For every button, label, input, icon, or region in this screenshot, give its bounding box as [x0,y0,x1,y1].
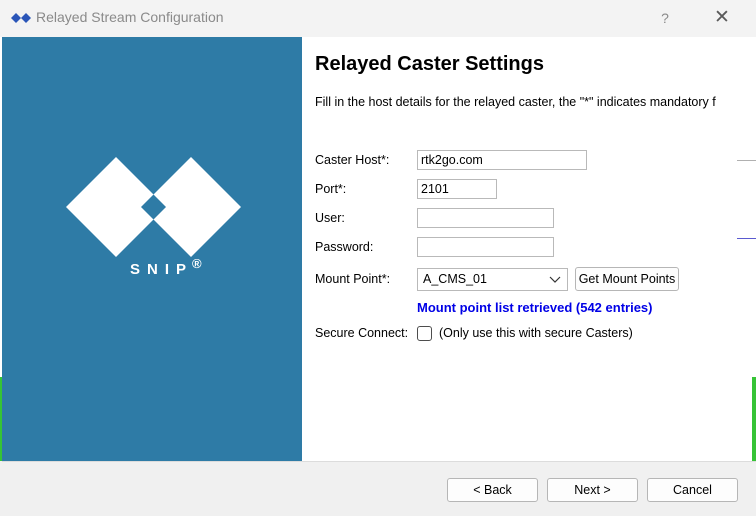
app-logo-icon [11,13,31,23]
background-line [737,238,756,239]
wizard-page: SNIP ® Relayed Caster Settings Fill in t… [2,37,756,461]
next-button[interactable]: Next > [547,478,638,502]
background-strip-green-right [752,377,756,461]
background-line [737,160,756,161]
logo-text: SNIP [130,261,194,278]
mount-point-label: Mount Point*: [315,272,391,286]
mount-point-value: A_CMS_01 [423,272,487,286]
port-label: Port*: [315,182,347,196]
close-button[interactable]: ✕ [707,6,737,30]
caster-host-label: Caster Host*: [315,153,390,167]
user-label: User: [315,211,345,225]
side-banner: SNIP ® [2,37,302,461]
secure-connect-checkbox[interactable] [417,326,432,341]
title-bar: Relayed Stream Configuration ? ✕ [0,0,756,37]
footer-divider [2,461,756,462]
registered-mark: ® [192,256,202,271]
mount-point-select[interactable]: A_CMS_01 [417,268,568,291]
get-mount-points-button[interactable]: Get Mount Points [575,267,679,291]
status-message: Mount point list retrieved (542 entries) [417,300,653,315]
caster-host-input[interactable]: rtk2go.com [417,150,587,170]
page-title: Relayed Caster Settings [315,53,544,75]
port-input[interactable]: 2101 [417,179,497,199]
help-button[interactable]: ? [652,6,678,30]
password-input[interactable] [417,237,554,257]
back-button[interactable]: < Back [447,478,538,502]
page-description: Fill in the host details for the relayed… [315,95,716,109]
secure-connect-note: (Only use this with secure Casters) [439,326,633,340]
password-label: Password: [315,240,374,254]
window-title: Relayed Stream Configuration [36,9,224,25]
secure-connect-label: Secure Connect: [315,326,409,340]
user-input[interactable] [417,208,554,228]
snip-logo-icon [66,157,241,257]
chevron-down-icon [549,276,561,283]
cancel-button[interactable]: Cancel [647,478,738,502]
